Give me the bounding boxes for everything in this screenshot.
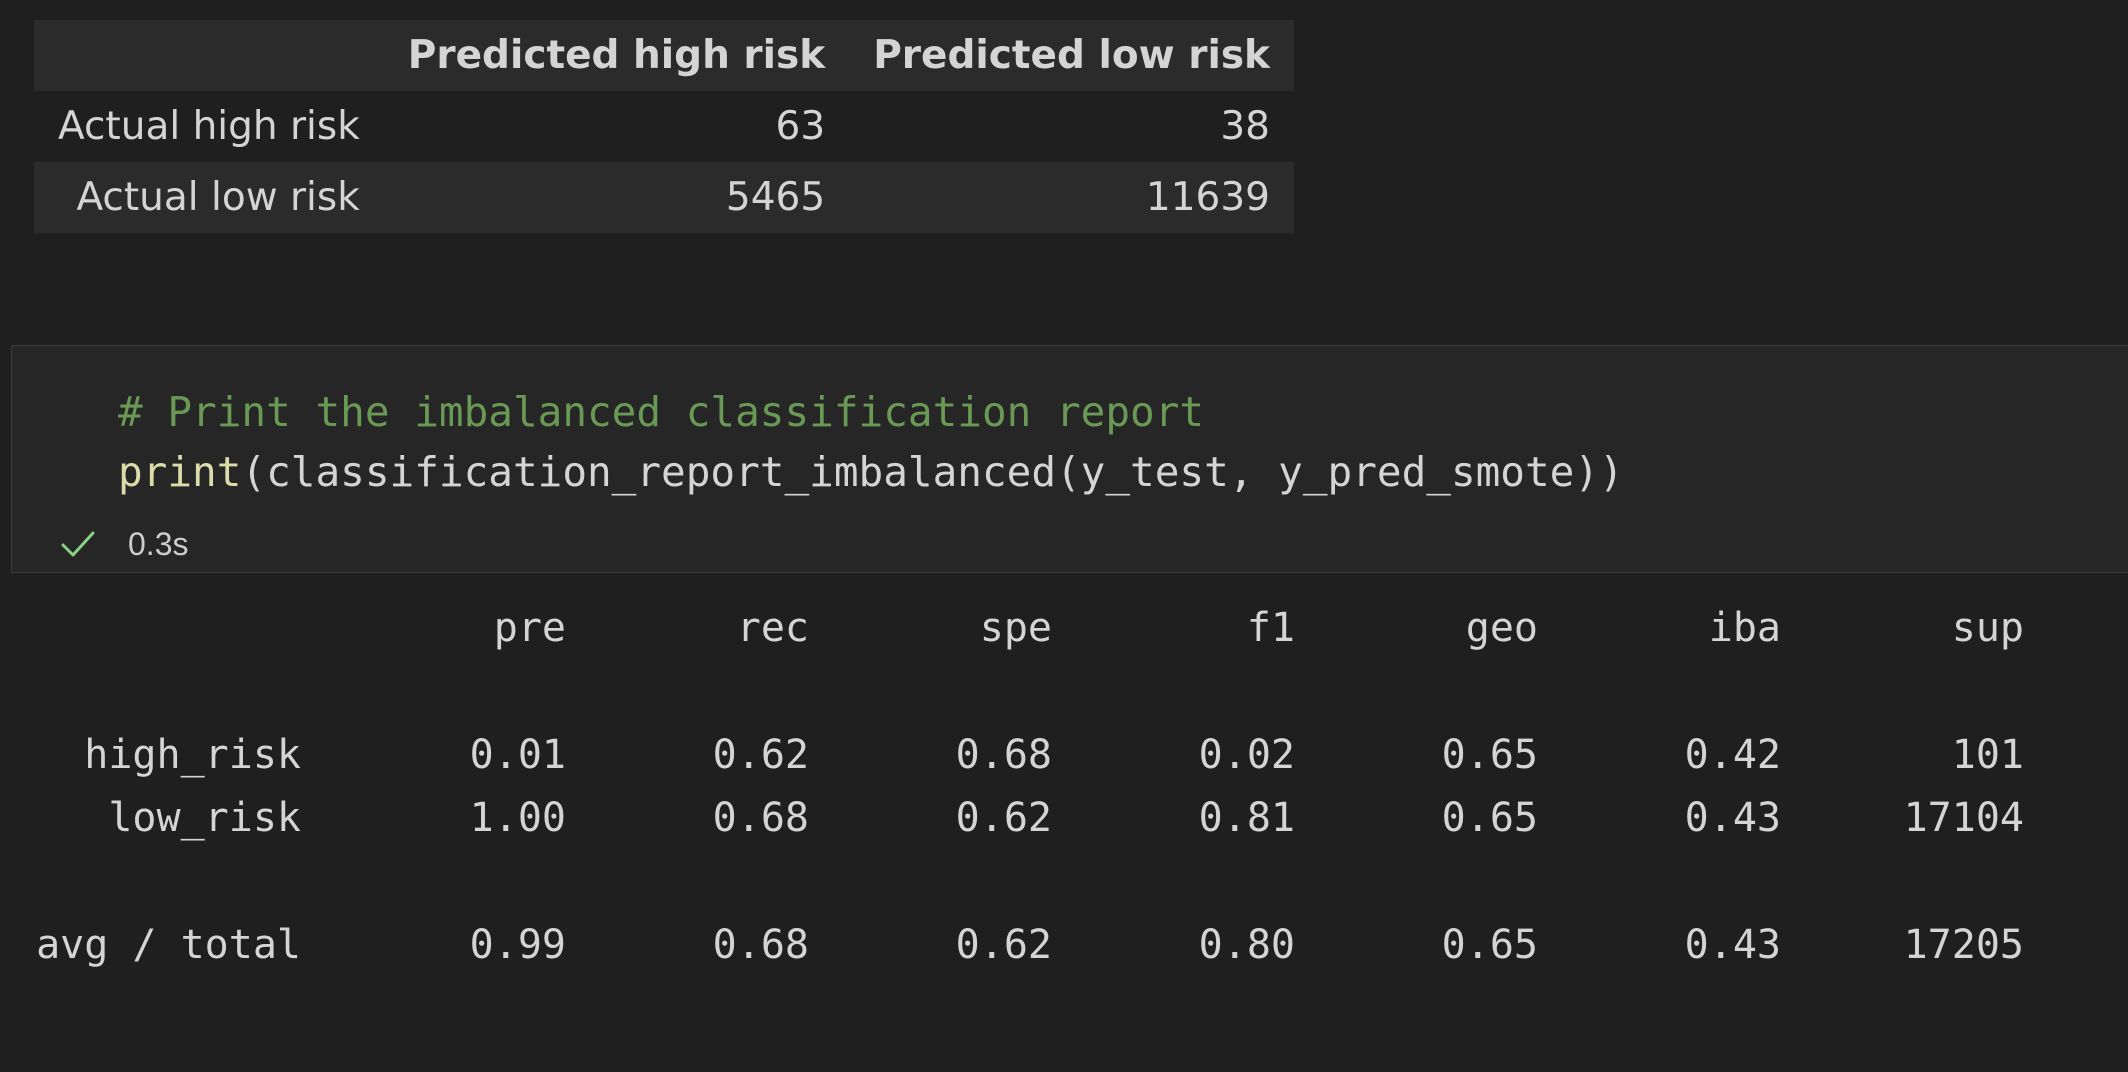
- check-icon: [58, 524, 98, 564]
- report-row-label-avg-total: avg / total: [36, 922, 301, 968]
- report-cell: 0.68: [955, 732, 1052, 778]
- table-row: Actual low risk 5465 11639: [34, 162, 1294, 233]
- report-cell: 0.43: [1684, 922, 1781, 968]
- report-cell: 0.99: [469, 922, 566, 968]
- execution-status: 0.3s: [58, 522, 188, 566]
- execution-time: 0.3s: [128, 525, 189, 562]
- report-cell: 0.62: [712, 732, 809, 778]
- report-header-rec: rec: [736, 605, 809, 651]
- report-header-iba: iba: [1708, 605, 1781, 651]
- column-header-predicted-low-risk: Predicted low risk: [873, 33, 1270, 78]
- report-row-label-high-risk: high_risk: [84, 732, 301, 778]
- table-header-row: Predicted high risk Predicted low risk: [34, 20, 1294, 91]
- report-cell: 0.62: [955, 795, 1052, 841]
- report-cell: 0.65: [1441, 732, 1538, 778]
- report-cell: 0.80: [1198, 922, 1295, 968]
- table-cell: 63: [775, 104, 826, 149]
- code-arguments: (classification_report_imbalanced(y_test…: [241, 448, 1624, 496]
- table-cell: 11639: [1145, 175, 1270, 220]
- report-cell: 0.81: [1198, 795, 1295, 841]
- report-header-spe: spe: [979, 605, 1052, 651]
- report-cell: 0.43: [1684, 795, 1781, 841]
- report-cell: 17205: [1903, 922, 2024, 968]
- table-cell: 38: [1220, 104, 1270, 149]
- report-cell: 0.68: [712, 795, 809, 841]
- table-cell: 5465: [725, 175, 826, 220]
- report-cell: 1.00: [469, 795, 566, 841]
- row-label-actual-low-risk: Actual low risk: [76, 175, 360, 220]
- report-cell: 0.65: [1441, 922, 1538, 968]
- report-cell: 101: [1951, 732, 2024, 778]
- row-label-actual-high-risk: Actual high risk: [58, 104, 360, 149]
- code-cell[interactable]: # Print the imbalanced classification re…: [11, 345, 2128, 573]
- report-header-geo: geo: [1465, 605, 1538, 651]
- report-cell: 0.65: [1441, 795, 1538, 841]
- index-header: [34, 20, 384, 91]
- report-header-sup: sup: [1951, 605, 2024, 651]
- report-cell: 0.02: [1198, 732, 1295, 778]
- report-cell: 0.62: [955, 922, 1052, 968]
- report-row-label-low-risk: low_risk: [108, 795, 301, 841]
- table-row: Actual high risk 63 38: [34, 91, 1294, 162]
- report-header-f1: f1: [1246, 605, 1295, 651]
- report-cell: 17104: [1903, 795, 2024, 841]
- report-cell: 0.01: [469, 732, 566, 778]
- code-comment: # Print the imbalanced classification re…: [118, 388, 1205, 436]
- code-editor[interactable]: # Print the imbalanced classification re…: [118, 382, 1624, 502]
- report-header-pre: pre: [493, 605, 566, 651]
- report-cell: 0.42: [1684, 732, 1781, 778]
- code-function-name: print: [118, 448, 242, 496]
- column-header-predicted-high-risk: Predicted high risk: [407, 33, 826, 78]
- confusion-matrix-table: Predicted high risk Predicted low risk A…: [34, 20, 1294, 233]
- report-cell: 0.68: [712, 922, 809, 968]
